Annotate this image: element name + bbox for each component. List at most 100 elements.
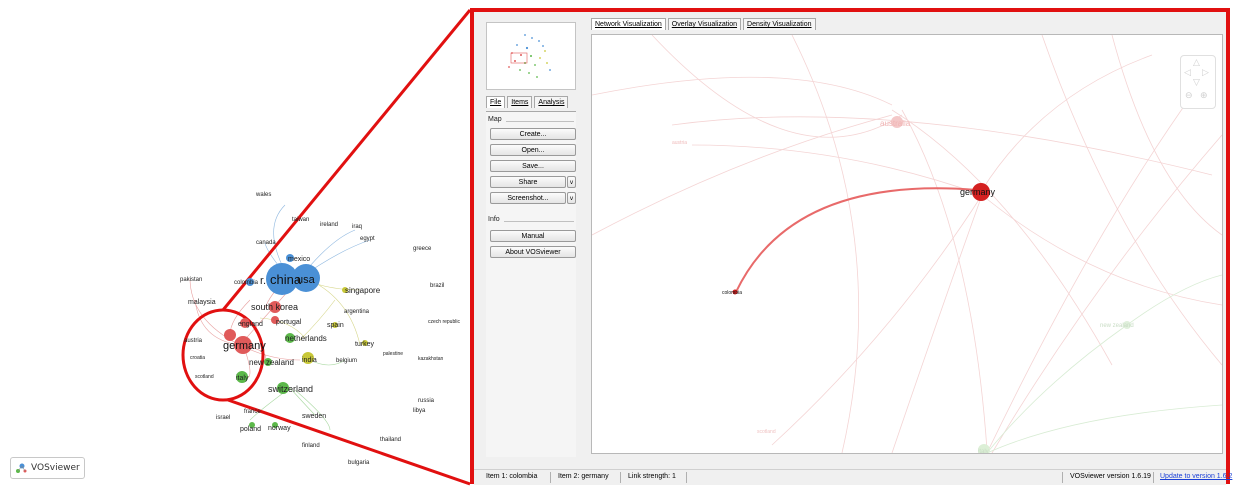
svg-text:spain: spain: [327, 322, 344, 329]
svg-text:turkey: turkey: [355, 341, 375, 348]
svg-text:palestine: palestine: [383, 351, 403, 357]
svg-text:thailand: thailand: [380, 437, 401, 443]
svg-text:netherlands: netherlands: [285, 334, 327, 343]
tab-network-visualization[interactable]: Network Visualization: [591, 18, 666, 30]
svg-text:india: india: [302, 357, 317, 364]
svg-text:poland: poland: [240, 426, 261, 433]
network-map: wales taiwan ireland iraq canada egypt g…: [180, 9, 470, 486]
svg-text:israel: israel: [216, 415, 230, 421]
tab-overlay-visualization[interactable]: Overlay Visualization: [667, 18, 742, 30]
svg-text:ireland: ireland: [320, 222, 338, 228]
svg-text:kazakhstan: kazakhstan: [418, 356, 444, 362]
zoom-out-icon[interactable]: ⊖: [1185, 92, 1193, 101]
overview-map[interactable]: [486, 22, 576, 90]
faint-green-links: [986, 274, 1222, 453]
file-panel: Map Create... Open... Save... Share v Sc…: [486, 111, 576, 457]
zoom-pan-control: △ ◁ ▷ ▽ ⊖ ⊕: [1180, 55, 1216, 109]
svg-text:sweden: sweden: [302, 413, 326, 420]
svg-text:mexico: mexico: [288, 256, 310, 263]
svg-text:portugal: portugal: [276, 319, 302, 326]
update-link[interactable]: Update to version 1.6.2: [1160, 473, 1232, 480]
svg-text:scotland: scotland: [757, 429, 776, 435]
vosviewer-badge: VOSviewer: [10, 457, 85, 479]
svg-text:colombia: colombia: [234, 280, 259, 286]
status-separator: [620, 472, 621, 483]
svg-text:argentina: argentina: [344, 309, 370, 315]
share-dropdown-icon[interactable]: v: [567, 176, 576, 188]
info-section-label: Info: [488, 216, 500, 223]
share-button[interactable]: Share: [490, 176, 566, 188]
svg-text:brazil: brazil: [430, 283, 444, 289]
svg-text:italy: italy: [236, 375, 249, 382]
svg-text:colombia: colombia: [722, 290, 742, 296]
status-item2: Item 2: germany: [558, 473, 609, 480]
brand-name: VOSviewer: [31, 463, 80, 473]
svg-text:croatia: croatia: [190, 355, 205, 361]
svg-text:taiwan: taiwan: [292, 217, 309, 223]
screenshot-button[interactable]: Screenshot...: [490, 192, 566, 204]
svg-text:malaysia: malaysia: [188, 299, 216, 306]
manual-button[interactable]: Manual: [490, 230, 576, 242]
network-visualization-canvas[interactable]: australia austria germany colombia new z…: [591, 34, 1223, 454]
svg-text:australia: australia: [880, 119, 911, 128]
svg-text:czech republic: czech republic: [428, 319, 460, 325]
svg-text:bulgaria: bulgaria: [348, 460, 370, 466]
tab-analysis[interactable]: Analysis: [534, 96, 569, 108]
tab-items[interactable]: Items: [507, 96, 533, 108]
create-button[interactable]: Create...: [490, 128, 576, 140]
visualization-tabs: Network Visualization Overlay Visualizat…: [591, 18, 816, 30]
pan-right-icon[interactable]: ▷: [1202, 69, 1209, 78]
svg-text:usa: usa: [297, 274, 316, 286]
tab-density-visualization[interactable]: Density Visualization: [743, 18, 816, 30]
status-version: VOSviewer version 1.6.19: [1070, 473, 1151, 480]
zoom-labels: australia austria germany colombia new z…: [672, 119, 1134, 453]
svg-text:norway: norway: [268, 425, 291, 432]
svg-text:south korea: south korea: [251, 302, 298, 312]
svg-text:greece: greece: [413, 246, 432, 252]
screenshot-dropdown-icon[interactable]: v: [567, 192, 576, 204]
zoomed-network: australia austria germany colombia new z…: [592, 35, 1222, 453]
svg-text:russia: russia: [418, 398, 435, 404]
map-section-label: Map: [488, 116, 502, 123]
svg-text:italy: italy: [978, 449, 989, 453]
vosviewer-window: File Items Analysis Map Create... Open..…: [470, 8, 1232, 485]
svg-text:france: france: [244, 409, 261, 415]
svg-text:canada: canada: [256, 240, 276, 246]
pan-up-icon[interactable]: △: [1193, 59, 1200, 68]
svg-text:switzerland: switzerland: [268, 384, 313, 394]
svg-text:pakistan: pakistan: [180, 277, 202, 283]
pan-down-icon[interactable]: ▽: [1193, 79, 1200, 88]
svg-text:belgium: belgium: [336, 358, 357, 364]
status-separator: [1153, 472, 1154, 483]
svg-text:austria: austria: [184, 338, 203, 344]
save-button[interactable]: Save...: [490, 160, 576, 172]
tab-file[interactable]: File: [486, 96, 506, 108]
svg-text:finland: finland: [302, 443, 320, 449]
zoom-in-icon[interactable]: ⊕: [1200, 92, 1208, 101]
network-labels: wales taiwan ireland iraq canada egypt g…: [180, 192, 460, 466]
svg-text:iraq: iraq: [352, 224, 362, 230]
svg-text:egypt: egypt: [360, 236, 375, 242]
svg-text:england: england: [238, 321, 263, 328]
highlighted-link: [735, 187, 978, 293]
svg-text:new zealand: new zealand: [1100, 323, 1134, 329]
svg-text:wales: wales: [255, 192, 271, 198]
status-separator: [1062, 472, 1063, 483]
status-bar: Item 1: colombia Item 2: germany Link st…: [474, 469, 1232, 485]
svg-text:austria: austria: [672, 140, 687, 146]
faint-links: [592, 35, 1222, 453]
map-divider: [506, 121, 574, 122]
svg-text:new zealand: new zealand: [249, 358, 294, 367]
pan-left-icon[interactable]: ◁: [1184, 69, 1191, 78]
svg-text:germany: germany: [223, 340, 266, 352]
overview-dots: [508, 34, 551, 78]
control-panel: File Items Analysis Map Create... Open..…: [482, 18, 583, 462]
status-item1: Item 1: colombia: [486, 473, 538, 480]
open-button[interactable]: Open...: [490, 144, 576, 156]
svg-text:libya: libya: [413, 408, 426, 414]
svg-text:germany: germany: [960, 187, 996, 197]
about-button[interactable]: About VOSviewer: [490, 246, 576, 258]
panel-tabs: File Items Analysis: [486, 96, 569, 108]
svg-text:scotland: scotland: [195, 374, 214, 380]
status-link-strength: Link strength: 1: [628, 473, 676, 480]
